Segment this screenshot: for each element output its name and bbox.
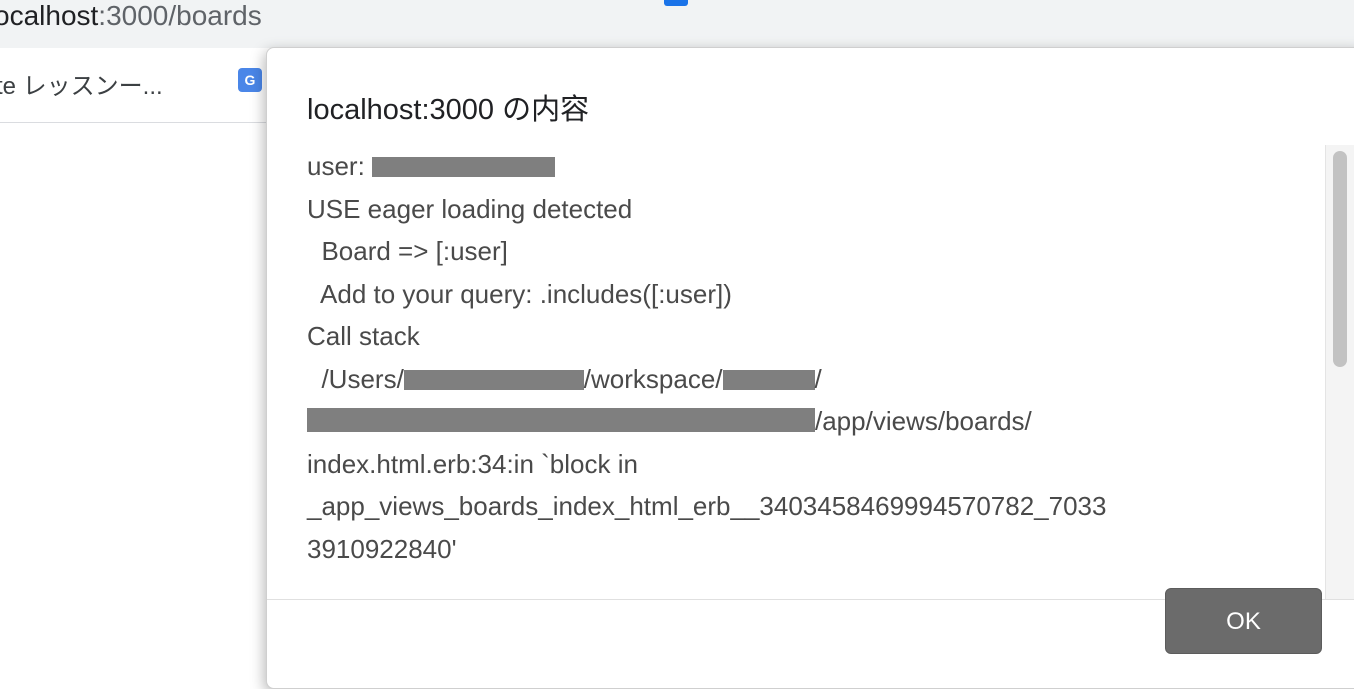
message-line: index.html.erb:34:in `block in: [307, 448, 638, 479]
message-text: /Users/: [307, 363, 404, 394]
extension-icon[interactable]: [664, 0, 688, 6]
alert-dialog: localhost:3000 の内容 user: USE eager loadi…: [266, 47, 1354, 689]
url-text[interactable]: ocalhost:3000/boards: [0, 0, 262, 32]
dialog-title: localhost:3000 の内容: [307, 94, 590, 126]
url-path: :3000/boards: [98, 0, 262, 31]
message-line: Add to your query: .includes([:user]): [307, 278, 732, 309]
message-line: Board => [:user]: [307, 236, 508, 266]
message-text: /: [814, 363, 822, 394]
scrollbar-thumb[interactable]: [1333, 151, 1347, 367]
bookmark-item[interactable]: te レッスンー...: [0, 66, 163, 101]
message-line: /app/views/boards/: [307, 400, 1317, 443]
ok-button[interactable]: OK: [1165, 588, 1322, 654]
message-line: user:: [307, 145, 1317, 188]
google-docs-icon[interactable]: G: [238, 68, 262, 92]
message-line: /Users/ /workspace/ /: [307, 358, 1317, 401]
dialog-message-area: user: USE eager loading detected Board =…: [267, 145, 1327, 600]
message-text: /app/views/boards/: [815, 406, 1032, 436]
message-line: 3910922840': [307, 533, 457, 564]
redacted-username: [372, 157, 556, 177]
message-scrollbar[interactable]: [1325, 145, 1354, 600]
address-bar[interactable]: ocalhost:3000/boards: [0, 0, 1354, 48]
redacted-path: [722, 369, 815, 390]
redacted-path: [403, 369, 584, 390]
message-line: USE eager loading detected: [307, 193, 633, 224]
message-line: _app_views_boards_index_html_erb__340345…: [307, 491, 1107, 521]
url-host: ocalhost: [0, 0, 99, 31]
redacted-path: [307, 408, 815, 432]
message-line: Call stack: [307, 321, 420, 351]
message-text: /workspace/: [583, 363, 723, 394]
dialog-message: user: USE eager loading detected Board =…: [307, 145, 1317, 570]
message-text: user:: [307, 151, 373, 181]
